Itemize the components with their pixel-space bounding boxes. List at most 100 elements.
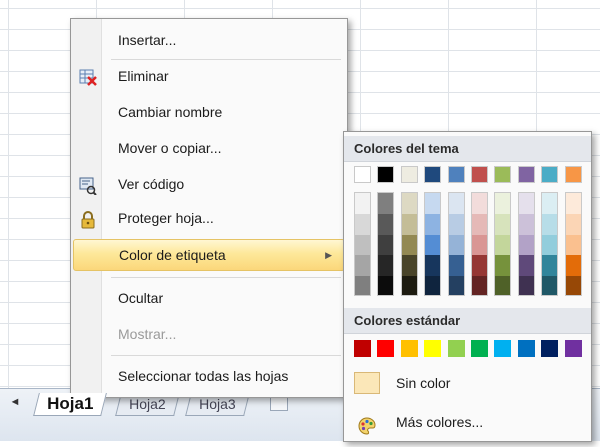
theme-color-swatch[interactable] [424, 166, 442, 183]
lock-icon [79, 209, 97, 229]
standard-color-swatch[interactable] [541, 340, 559, 357]
menu-item-cambiar-nombre[interactable]: Cambiar nombre [73, 97, 343, 127]
theme-shade-swatch[interactable] [518, 255, 534, 277]
theme-shade-swatch[interactable] [495, 276, 511, 295]
theme-shade-swatch[interactable] [355, 276, 370, 295]
theme-color-swatch[interactable] [447, 166, 465, 183]
standard-color-swatch[interactable] [517, 340, 535, 357]
theme-color-swatch[interactable] [517, 166, 535, 183]
theme-shade-swatch[interactable] [495, 255, 511, 277]
theme-shade-swatch[interactable] [472, 234, 487, 256]
menu-item-ocultar[interactable]: Ocultar [73, 283, 343, 313]
standard-color-swatch[interactable] [354, 340, 371, 357]
more-colors-label: Más colores... [396, 414, 484, 430]
theme-shade-swatch[interactable] [565, 234, 581, 256]
theme-shade-swatch[interactable] [495, 234, 511, 256]
theme-shade-swatch[interactable] [472, 255, 487, 277]
theme-shade-swatch[interactable] [401, 255, 417, 277]
theme-shade-swatch[interactable] [355, 255, 370, 277]
sheet-tab-hoja1[interactable]: Hoja1 [33, 393, 108, 416]
standard-color-swatch[interactable] [424, 340, 442, 357]
theme-shade-swatch[interactable] [401, 213, 417, 235]
more-colors-option[interactable]: Más colores... [348, 405, 586, 439]
theme-shade-swatch[interactable] [378, 234, 394, 256]
theme-shade-swatch[interactable] [565, 255, 581, 277]
theme-color-swatch[interactable] [541, 166, 559, 183]
theme-shade-swatch[interactable] [542, 234, 558, 256]
menu-item-eliminar[interactable]: Eliminar [73, 61, 343, 91]
theme-color-swatch[interactable] [377, 166, 395, 183]
theme-shade-swatch[interactable] [401, 193, 417, 214]
theme-shade-column [471, 192, 488, 296]
theme-shade-swatch[interactable] [425, 234, 441, 256]
theme-shade-swatch[interactable] [542, 276, 558, 295]
delete-sheet-icon [79, 67, 97, 86]
theme-shade-swatch[interactable] [355, 193, 370, 214]
theme-shade-swatch[interactable] [425, 193, 441, 214]
standard-color-swatch[interactable] [564, 340, 582, 357]
theme-shade-swatch[interactable] [425, 255, 441, 277]
theme-shade-swatch[interactable] [472, 193, 487, 214]
tab-color-submenu: Colores del tema Colores estándar Sin co… [343, 131, 592, 442]
tab-scroll-left-button[interactable]: ◄ [8, 393, 22, 411]
theme-shade-swatch[interactable] [401, 234, 417, 256]
theme-shade-swatch[interactable] [355, 234, 370, 256]
menu-item-ver-codigo[interactable]: Ver código [73, 169, 343, 199]
theme-shade-swatch[interactable] [425, 213, 441, 235]
theme-color-swatch[interactable] [471, 166, 488, 183]
theme-shade-swatch[interactable] [495, 213, 511, 235]
menu-item-mover-o-copiar[interactable]: Mover o copiar... [73, 133, 343, 163]
menu-item-label: Mostrar... [118, 326, 177, 342]
theme-shade-swatch[interactable] [542, 193, 558, 214]
theme-shade-swatch[interactable] [472, 213, 487, 235]
theme-shade-swatch[interactable] [542, 213, 558, 235]
theme-shade-swatch[interactable] [378, 213, 394, 235]
theme-shade-swatch[interactable] [518, 276, 534, 295]
theme-shade-swatch[interactable] [448, 255, 464, 277]
view-code-icon [79, 175, 97, 196]
menu-separator [111, 59, 341, 60]
theme-color-swatch[interactable] [354, 166, 371, 183]
standard-color-swatch[interactable] [377, 340, 395, 357]
menu-item-color-de-etiqueta[interactable]: Color de etiqueta ▶ [73, 239, 345, 271]
standard-color-swatch[interactable] [400, 340, 418, 357]
standard-color-swatch[interactable] [471, 340, 488, 357]
menu-item-insertar[interactable]: Insertar... [73, 25, 343, 55]
theme-shade-swatch[interactable] [472, 276, 487, 295]
theme-color-swatch[interactable] [564, 166, 582, 183]
theme-shade-swatch[interactable] [542, 255, 558, 277]
theme-shade-swatch[interactable] [378, 255, 394, 277]
no-color-swatch [354, 372, 380, 394]
theme-shade-swatch[interactable] [448, 213, 464, 235]
theme-shade-column [564, 192, 582, 296]
theme-shade-swatch[interactable] [518, 213, 534, 235]
theme-color-swatch[interactable] [494, 166, 512, 183]
menu-item-proteger-hoja[interactable]: Proteger hoja... [73, 203, 343, 233]
theme-shade-swatch[interactable] [355, 213, 370, 235]
theme-shade-column [517, 192, 535, 296]
theme-shade-swatch[interactable] [565, 213, 581, 235]
theme-shade-swatch[interactable] [448, 276, 464, 295]
theme-shade-swatch[interactable] [518, 193, 534, 214]
theme-shade-swatch[interactable] [518, 234, 534, 256]
theme-color-swatch[interactable] [400, 166, 418, 183]
theme-shade-swatch[interactable] [565, 276, 581, 295]
theme-shade-swatch[interactable] [425, 276, 441, 295]
theme-shade-swatch[interactable] [448, 193, 464, 214]
theme-shade-swatch[interactable] [495, 193, 511, 214]
theme-shade-swatch[interactable] [378, 193, 394, 214]
menu-item-seleccionar-todas-las-hojas[interactable]: Seleccionar todas las hojas [73, 361, 343, 391]
theme-colors-header: Colores del tema [344, 136, 591, 162]
theme-shade-swatch[interactable] [448, 234, 464, 256]
menu-item-label: Mover o copiar... [118, 140, 222, 156]
menu-item-mostrar: Mostrar... [73, 319, 343, 349]
standard-color-swatch[interactable] [494, 340, 512, 357]
theme-shade-swatch[interactable] [565, 193, 581, 214]
no-color-option[interactable]: Sin color [348, 366, 586, 400]
standard-color-swatch[interactable] [447, 340, 465, 357]
theme-shade-swatch[interactable] [378, 276, 394, 295]
menu-item-label: Proteger hoja... [118, 210, 214, 226]
theme-shade-column [447, 192, 465, 296]
theme-shade-column [424, 192, 442, 296]
theme-shade-swatch[interactable] [401, 276, 417, 295]
